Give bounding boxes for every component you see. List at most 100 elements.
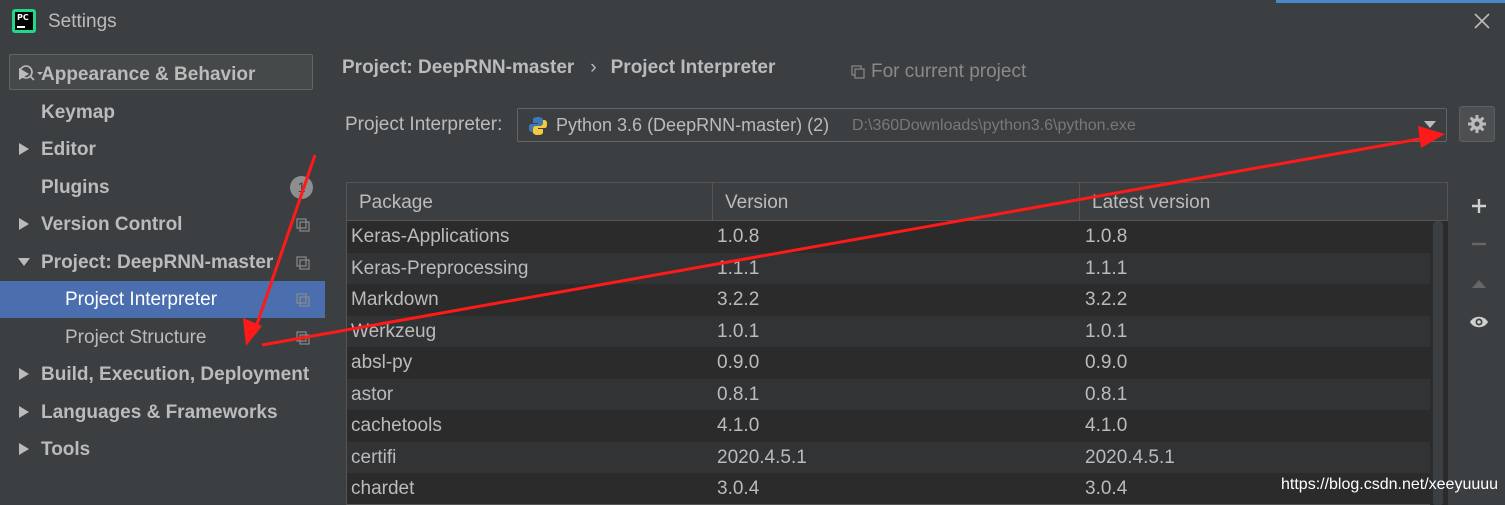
uninstall-package-button[interactable] (1469, 234, 1489, 254)
package-name-cell: cachetools (351, 415, 442, 436)
project-scope-icon (296, 218, 310, 232)
sidebar-item[interactable]: Plugins 1 (0, 169, 325, 206)
pycharm-logo-icon: PC (12, 9, 36, 33)
chevron-right-icon[interactable] (18, 217, 30, 231)
latest-version-cell: 0.9.0 (1085, 352, 1128, 373)
scope-indicator: For current project (851, 61, 1026, 83)
minus-icon (1472, 242, 1486, 246)
package-toolbar (1463, 184, 1495, 505)
latest-version-cell: 4.1.0 (1085, 415, 1128, 436)
latest-version-cell: 0.8.1 (1085, 383, 1128, 405)
latest-version-cell: 1.0.1 (1085, 320, 1128, 342)
sidebar-item[interactable]: Project: DeepRNN-master (0, 244, 325, 281)
version-cell: 0.8.1 (717, 383, 760, 405)
sidebar-item[interactable]: Languages & Frameworks (0, 394, 325, 431)
version-cell: 4.1.0 (717, 415, 760, 436)
sidebar-item[interactable]: Project Interpreter (0, 281, 325, 318)
sidebar-item[interactable]: Keymap (0, 94, 325, 131)
table-row[interactable]: absl-py 0.9.0 0.9.0 (347, 347, 1447, 379)
settings-content: Project: DeepRNN-master › Project Interp… (325, 44, 1505, 505)
breadcrumb-project[interactable]: Project: DeepRNN-master (342, 57, 574, 79)
table-row[interactable]: Keras-Preprocessing 1.1.1 1.1.1 (347, 252, 1447, 284)
table-scrollbar[interactable] (1430, 221, 1448, 505)
window-title: Settings (48, 11, 117, 32)
breadcrumb-page: Project Interpreter (610, 57, 776, 78)
interpreter-dropdown[interactable]: Python 3.6 (DeepRNN-master) (2) D:\360Do… (517, 108, 1447, 142)
chevron-right-icon[interactable] (18, 142, 30, 156)
sidebar-item-label: Keymap (41, 101, 115, 123)
version-cell: 0.9.0 (717, 352, 760, 373)
interpreter-path: D:\360Downloads\python3.6\python.exe (852, 117, 1136, 134)
package-name-cell: Keras-Applications (351, 226, 510, 247)
version-cell: 3.0.4 (717, 478, 760, 499)
chevron-right-icon[interactable] (18, 367, 30, 381)
package-name-cell: Werkzeug (351, 320, 437, 342)
latest-version-cell: 2020.4.5.1 (1085, 446, 1175, 468)
plus-icon (1472, 199, 1486, 213)
eye-icon (1470, 316, 1488, 328)
sidebar-item-label: Project Structure (65, 326, 207, 348)
table-row[interactable]: Werkzeug 1.0.1 1.0.1 (347, 315, 1447, 347)
close-button[interactable] (1470, 9, 1494, 33)
table-row[interactable]: Keras-Applications 1.0.8 1.0.8 (347, 221, 1447, 253)
sidebar-item[interactable]: Editor (0, 131, 325, 168)
version-cell: 1.0.8 (717, 226, 760, 247)
package-name-cell: Markdown (351, 289, 439, 310)
sidebar-item-label: Build, Execution, Deployment (41, 363, 310, 385)
sidebar-item[interactable]: Version Control (0, 206, 325, 243)
version-cell: 2020.4.5.1 (717, 446, 807, 468)
interpreter-settings-button[interactable] (1459, 106, 1495, 142)
version-cell: 1.1.1 (717, 257, 760, 279)
install-package-button[interactable] (1469, 196, 1489, 216)
sidebar-item-label: Project Interpreter (65, 288, 218, 310)
version-cell: 1.0.1 (717, 320, 760, 342)
title-accent-bar (1276, 0, 1505, 3)
watermark: https://blog.csdn.net/xeeyuuuu (1281, 476, 1499, 493)
package-name-cell: Keras-Preprocessing (351, 257, 529, 279)
table-row[interactable]: cachetools 4.1.0 4.1.0 (347, 410, 1447, 442)
table-row[interactable]: Markdown 3.2.2 3.2.2 (347, 284, 1447, 316)
latest-version-cell: 3.2.2 (1085, 289, 1128, 310)
table-row[interactable]: astor 0.8.1 0.8.1 (347, 378, 1447, 410)
chevron-down-icon[interactable] (18, 255, 30, 269)
sidebar-item-label: Editor (41, 138, 96, 160)
column-header-latest-version[interactable]: Latest version (1092, 192, 1210, 214)
package-name-cell: chardet (351, 478, 415, 499)
upgrade-package-button[interactable] (1469, 274, 1489, 294)
project-scope-icon (296, 331, 310, 345)
sidebar-item-label: Languages & Frameworks (41, 401, 278, 423)
update-count-badge: 1 (290, 176, 313, 199)
package-name-cell: certifi (351, 446, 397, 468)
project-scope-icon (296, 256, 310, 270)
chevron-right-icon[interactable] (18, 405, 30, 419)
column-header-version[interactable]: Version (725, 192, 788, 214)
breadcrumb: Project: DeepRNN-master › Project Interp… (342, 57, 775, 79)
latest-version-cell: 3.0.4 (1085, 478, 1128, 499)
chevron-right-icon[interactable] (18, 442, 30, 456)
packages-table: Package Version Latest version Keras-App… (346, 182, 1448, 505)
sidebar-item[interactable]: Appearance & Behavior (0, 56, 325, 93)
close-icon (1474, 13, 1490, 29)
sidebar-item[interactable]: Project Structure (0, 319, 325, 356)
scope-label: For current project (871, 61, 1027, 82)
sidebar-item-label: Appearance & Behavior (41, 63, 256, 85)
latest-version-cell: 1.1.1 (1085, 257, 1128, 279)
upgrade-icon (1472, 280, 1486, 288)
package-name-cell: astor (351, 383, 394, 405)
column-header-package[interactable]: Package (359, 192, 433, 214)
interpreter-label: Project Interpreter: (345, 114, 503, 135)
chevron-right-icon[interactable] (18, 67, 30, 81)
latest-version-cell: 1.0.8 (1085, 226, 1128, 247)
gear-icon (1468, 115, 1486, 133)
title-bar: PC Settings (0, 0, 1505, 44)
project-scope-icon (296, 293, 310, 307)
sidebar-item-label: Project: DeepRNN-master (41, 251, 274, 273)
sidebar-item-label: Tools (41, 438, 91, 460)
table-header: Package Version Latest version (347, 183, 1447, 221)
table-row[interactable]: certifi 2020.4.5.1 2020.4.5.1 (347, 441, 1447, 473)
chevron-down-icon (1424, 121, 1436, 128)
sidebar-item[interactable]: Tools (0, 431, 325, 468)
package-name-cell: absl-py (351, 352, 413, 373)
sidebar-item[interactable]: Build, Execution, Deployment (0, 356, 325, 393)
show-early-releases-button[interactable] (1469, 312, 1489, 332)
